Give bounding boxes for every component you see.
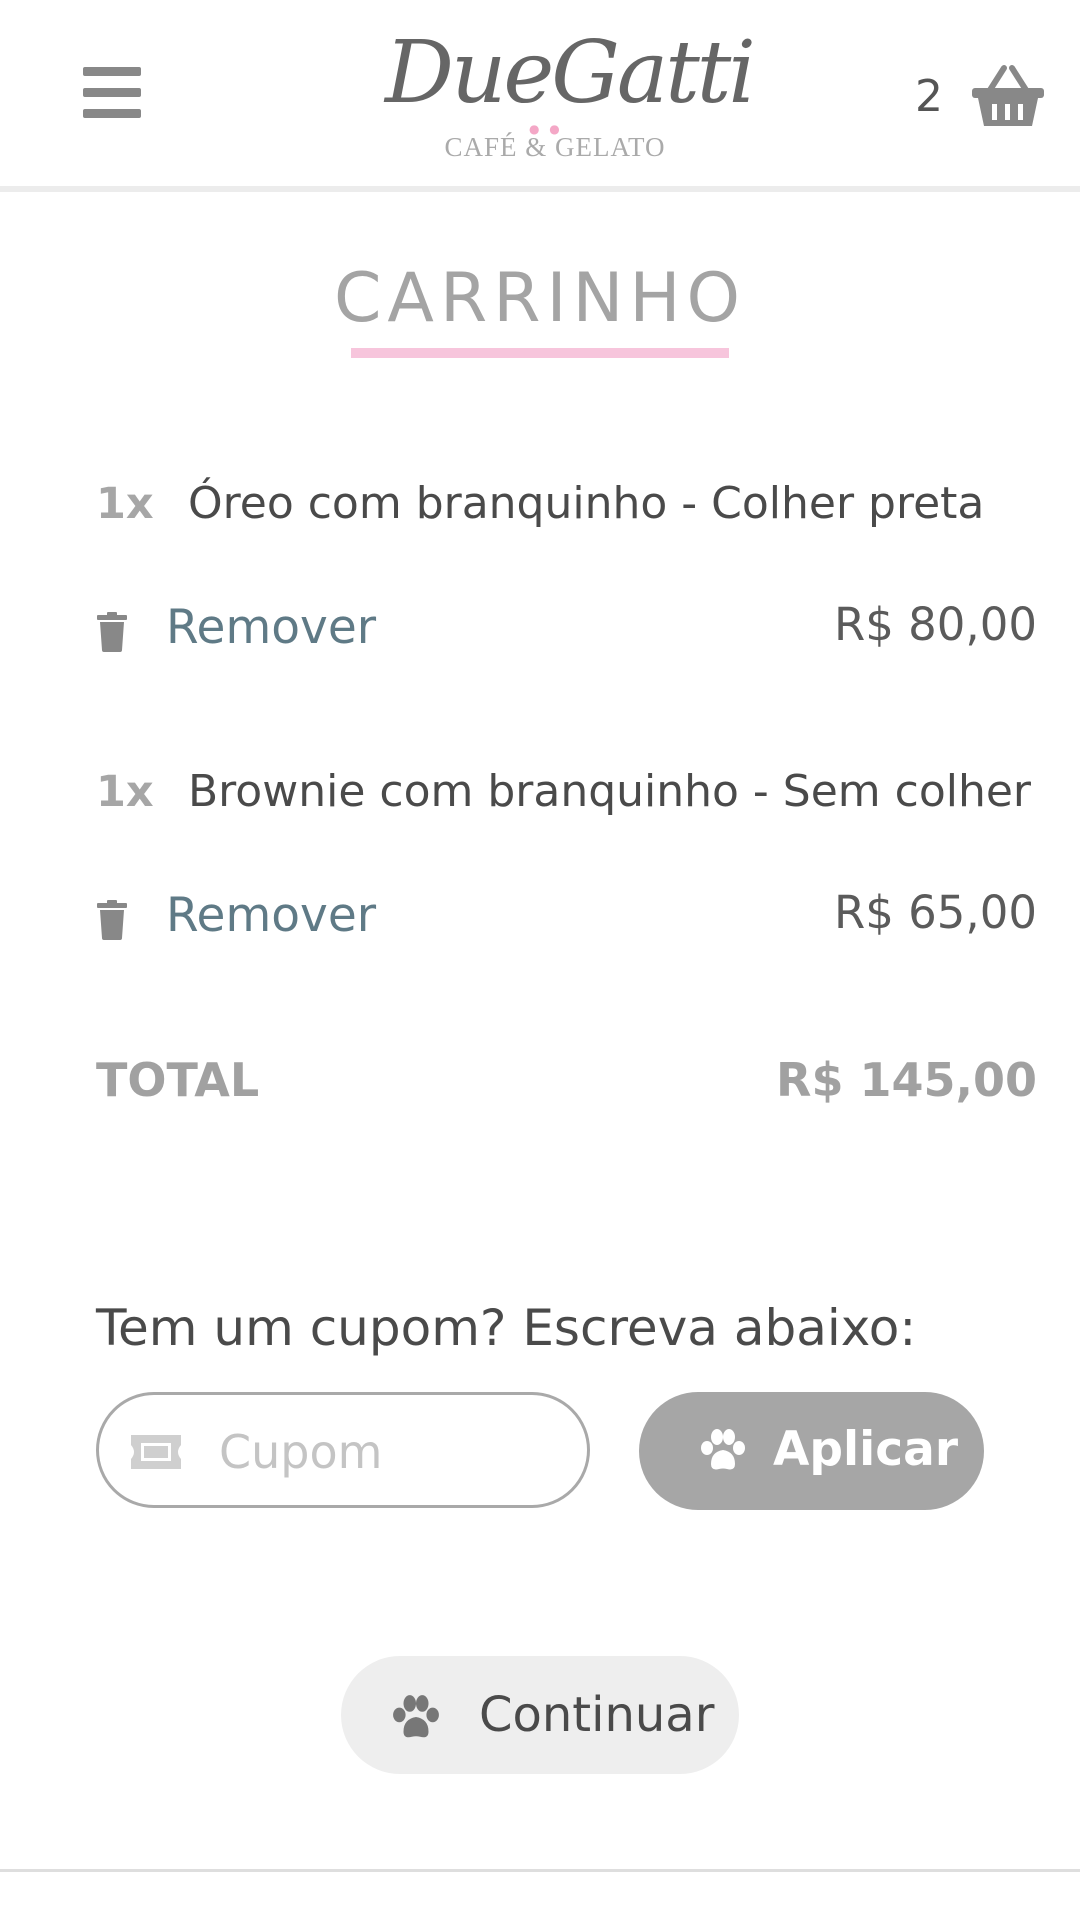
trash-icon[interactable] [97,612,127,652]
coupon-input[interactable] [217,1421,561,1483]
apply-coupon-button[interactable]: Aplicar [639,1392,984,1510]
title-underline [351,348,729,358]
total-value: R$ 145,00 [776,1053,1037,1107]
trash-icon[interactable] [97,900,127,940]
paw-icon [701,1429,745,1470]
cart-count[interactable]: 2 [915,72,943,122]
continue-button[interactable]: Continuar [341,1656,739,1774]
apply-button-label: Aplicar [773,1422,958,1477]
brand-script: DueGatti [385,23,756,123]
item-price: R$ 80,00 [833,598,1037,651]
header: DueGatti ● ● CAFÉ & GELATO 2 [0,0,1080,186]
basket-icon[interactable] [970,64,1046,128]
coupon-prompt: Tem um cupom? Escreva abaixo: [96,1299,917,1357]
total-label: TOTAL [96,1053,260,1107]
ticket-icon [131,1435,181,1469]
footer-divider [0,1869,1080,1872]
remove-item-button[interactable]: Remover [166,600,376,656]
item-price: R$ 65,00 [833,886,1037,939]
coupon-field[interactable] [96,1392,590,1508]
header-divider [0,186,1080,192]
page-title: CARRINHO [333,259,747,338]
remove-item-button[interactable]: Remover [166,888,376,944]
continue-button-label: Continuar [479,1687,715,1743]
brand-subtitle: CAFÉ & GELATO [444,132,666,162]
item-name: Brownie com branquinho - Sem colher [188,766,1032,817]
menu-icon[interactable] [83,67,141,119]
item-name: Óreo com branquinho - Colher preta [188,478,985,529]
item-quantity: 1x [96,767,154,817]
brand-logo[interactable]: DueGatti ● ● CAFÉ & GELATO [385,14,756,170]
item-quantity: 1x [96,479,154,529]
paw-icon [393,1695,439,1738]
